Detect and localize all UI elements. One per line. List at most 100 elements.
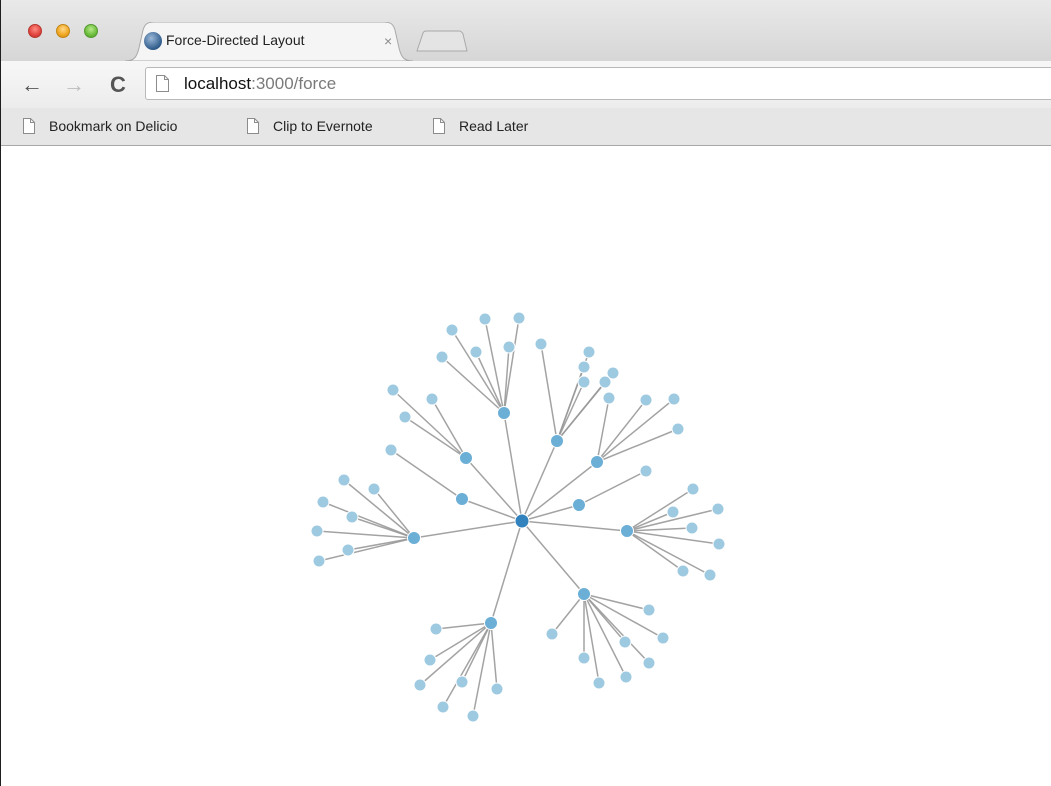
leaf-node[interactable] bbox=[398, 410, 412, 424]
leaf-node[interactable] bbox=[711, 502, 725, 516]
leaf-node[interactable] bbox=[618, 635, 632, 649]
leaf-node[interactable] bbox=[602, 391, 616, 405]
forward-arrow-icon[interactable]: → bbox=[61, 72, 87, 98]
leaf-node[interactable] bbox=[676, 564, 690, 578]
leaf-node[interactable] bbox=[310, 524, 324, 538]
hub-node[interactable] bbox=[572, 498, 586, 512]
graph-link bbox=[521, 440, 558, 522]
bookmark-delicious[interactable]: Bookmark on Delicio bbox=[23, 117, 229, 137]
leaf-node[interactable] bbox=[712, 537, 726, 551]
minimize-window-button[interactable] bbox=[56, 24, 70, 38]
graph-link bbox=[413, 520, 523, 539]
graph-link bbox=[521, 520, 628, 532]
url-host: localhost bbox=[184, 74, 252, 93]
leaf-node[interactable] bbox=[598, 375, 612, 389]
leaf-node[interactable] bbox=[316, 495, 330, 509]
leaf-node[interactable] bbox=[345, 510, 359, 524]
leaf-node[interactable] bbox=[337, 473, 351, 487]
leaf-node[interactable] bbox=[386, 383, 400, 397]
leaf-node[interactable] bbox=[478, 312, 492, 326]
leaf-node[interactable] bbox=[384, 443, 398, 457]
leaf-node[interactable] bbox=[425, 392, 439, 406]
leaf-node[interactable] bbox=[312, 554, 326, 568]
graph-link bbox=[583, 593, 650, 611]
hub-node[interactable] bbox=[497, 406, 511, 420]
bookmark-page-icon bbox=[433, 118, 445, 134]
hub-node[interactable] bbox=[459, 451, 473, 465]
leaf-node[interactable] bbox=[490, 682, 504, 696]
tab-strip: Force-Directed Layout × bbox=[1, 0, 1051, 61]
leaf-node[interactable] bbox=[502, 340, 516, 354]
label-fade bbox=[199, 117, 229, 137]
leaf-node[interactable] bbox=[512, 311, 526, 325]
graph-link bbox=[490, 622, 498, 690]
leaf-node[interactable] bbox=[582, 345, 596, 359]
leaf-node[interactable] bbox=[435, 350, 449, 364]
graph-link bbox=[596, 397, 610, 463]
force-directed-graph bbox=[310, 311, 726, 723]
hub-node[interactable] bbox=[577, 587, 591, 601]
leaf-node[interactable] bbox=[656, 631, 670, 645]
address-bar[interactable]: localhost:3000/force bbox=[145, 67, 1051, 100]
graph-link bbox=[431, 398, 467, 459]
graph-link bbox=[475, 351, 505, 414]
leaf-node[interactable] bbox=[436, 700, 450, 714]
leaf-node[interactable] bbox=[534, 337, 548, 351]
leaf-node[interactable] bbox=[642, 656, 656, 670]
hub-node[interactable] bbox=[484, 616, 498, 630]
graph-link bbox=[404, 416, 467, 459]
leaf-node[interactable] bbox=[429, 622, 443, 636]
new-tab-button[interactable] bbox=[415, 30, 469, 52]
reload-icon[interactable]: C bbox=[105, 72, 131, 98]
leaf-node[interactable] bbox=[685, 521, 699, 535]
url-text[interactable]: localhost:3000/force bbox=[184, 74, 336, 94]
graph-link bbox=[490, 520, 523, 624]
close-window-button[interactable] bbox=[28, 24, 42, 38]
graph-link bbox=[540, 343, 558, 442]
graph-link bbox=[503, 317, 520, 414]
graph-link bbox=[503, 346, 510, 414]
root-node[interactable] bbox=[514, 513, 530, 529]
leaf-node[interactable] bbox=[577, 651, 591, 665]
leaf-node[interactable] bbox=[545, 627, 559, 641]
leaf-node[interactable] bbox=[703, 568, 717, 582]
leaf-node[interactable] bbox=[592, 676, 606, 690]
hub-node[interactable] bbox=[550, 434, 564, 448]
graph-link bbox=[556, 381, 585, 442]
leaf-node[interactable] bbox=[639, 393, 653, 407]
back-arrow-icon[interactable]: ← bbox=[19, 72, 45, 98]
nodes-layer bbox=[310, 311, 726, 723]
graph-link bbox=[578, 470, 647, 506]
leaf-node[interactable] bbox=[469, 345, 483, 359]
leaf-node[interactable] bbox=[577, 375, 591, 389]
leaf-node[interactable] bbox=[445, 323, 459, 337]
zoom-window-button[interactable] bbox=[84, 24, 98, 38]
leaf-node[interactable] bbox=[667, 392, 681, 406]
leaf-node[interactable] bbox=[466, 709, 480, 723]
bookmark-page-icon bbox=[23, 118, 35, 134]
leaf-node[interactable] bbox=[423, 653, 437, 667]
graph-link bbox=[521, 461, 598, 522]
hub-node[interactable] bbox=[455, 492, 469, 506]
tab-close-icon[interactable]: × bbox=[384, 32, 392, 50]
leaf-node[interactable] bbox=[666, 505, 680, 519]
hub-node[interactable] bbox=[407, 531, 421, 545]
new-tab-icon bbox=[416, 30, 468, 52]
leaf-node[interactable] bbox=[642, 603, 656, 617]
hub-node[interactable] bbox=[590, 455, 604, 469]
graph-link bbox=[390, 449, 463, 500]
bookmark-page-icon bbox=[247, 118, 259, 134]
tab-active[interactable]: Force-Directed Layout × bbox=[125, 22, 413, 61]
leaf-node[interactable] bbox=[577, 360, 591, 374]
hub-node[interactable] bbox=[620, 524, 634, 538]
leaf-node[interactable] bbox=[413, 678, 427, 692]
leaf-node[interactable] bbox=[341, 543, 355, 557]
leaf-node[interactable] bbox=[455, 675, 469, 689]
leaf-node[interactable] bbox=[639, 464, 653, 478]
leaf-node[interactable] bbox=[619, 670, 633, 684]
graph-link bbox=[442, 622, 492, 708]
leaf-node[interactable] bbox=[686, 482, 700, 496]
bookmark-label: Read Later bbox=[459, 118, 529, 134]
leaf-node[interactable] bbox=[671, 422, 685, 436]
leaf-node[interactable] bbox=[367, 482, 381, 496]
